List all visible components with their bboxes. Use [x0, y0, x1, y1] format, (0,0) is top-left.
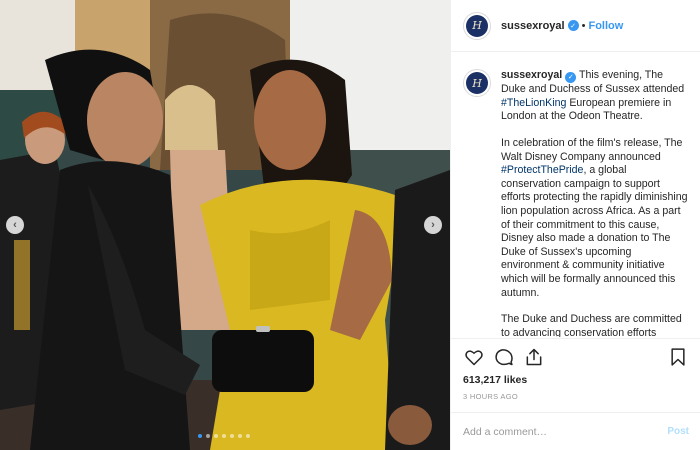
- carousel-dot: [198, 434, 202, 438]
- caption-text: sussexroyal ✓ This evening, The Duke and …: [501, 69, 689, 337]
- carousel-dot: [222, 434, 226, 438]
- caption-paragraph: The Duke and Duchess are committed to ad…: [501, 313, 689, 337]
- caption-paragraph: sussexroyal ✓ This evening, The Duke and …: [501, 69, 689, 124]
- share-icon[interactable]: [523, 346, 545, 368]
- carousel-dot: [246, 434, 250, 438]
- carousel-dot: [214, 434, 218, 438]
- follow-button[interactable]: Follow: [588, 20, 623, 32]
- like-count[interactable]: 613,217 likes: [463, 374, 527, 386]
- comment-icon[interactable]: [493, 346, 515, 368]
- carousel-dot: [230, 434, 234, 438]
- chevron-right-icon[interactable]: ›: [424, 216, 442, 234]
- verified-badge-icon: ✓: [565, 72, 577, 84]
- caption-avatar[interactable]: H: [463, 69, 491, 97]
- chevron-left-icon[interactable]: ‹: [6, 216, 24, 234]
- carousel-dot: [238, 434, 242, 438]
- comment-input[interactable]: [463, 425, 668, 438]
- post-timestamp[interactable]: 3 HOURS AGO: [463, 392, 518, 401]
- post-header: H sussexroyal ✓ • Follow: [451, 0, 700, 52]
- post-comment-button[interactable]: Post: [667, 426, 689, 437]
- separator-dot: •: [581, 19, 586, 32]
- heart-icon[interactable]: [463, 346, 485, 368]
- caption-area: H sussexroyal ✓ This evening, The Duke an…: [451, 53, 700, 337]
- post-sidebar: H sussexroyal ✓ • Follow H sussexroyal ✓ …: [450, 0, 700, 450]
- avatar-monogram: H: [466, 14, 488, 37]
- hashtag-link[interactable]: #ProtectThePride: [501, 164, 583, 176]
- carousel-indicator: [198, 434, 250, 438]
- action-bar: [451, 338, 700, 374]
- comment-form: Post: [451, 412, 700, 450]
- post-photo[interactable]: ‹ ›: [0, 0, 450, 450]
- caption-paragraph: In celebration of the film's release, Th…: [501, 137, 689, 300]
- photo-scene: [0, 0, 450, 450]
- carousel-dot: [206, 434, 210, 438]
- caption-segment: The Duke and Duchess are committed to ad…: [501, 313, 682, 337]
- avatar[interactable]: H: [463, 11, 491, 40]
- avatar-monogram: H: [466, 72, 488, 94]
- caption-segment: In celebration of the film's release, Th…: [501, 137, 683, 163]
- caption-segment: , a global conservation campaign to supp…: [501, 164, 688, 299]
- bookmark-icon[interactable]: [667, 346, 689, 368]
- caption-username[interactable]: sussexroyal: [501, 69, 562, 81]
- hashtag-link[interactable]: #TheLionKing: [501, 97, 566, 109]
- username-link[interactable]: sussexroyal: [501, 20, 565, 32]
- verified-badge-icon: ✓: [567, 20, 579, 31]
